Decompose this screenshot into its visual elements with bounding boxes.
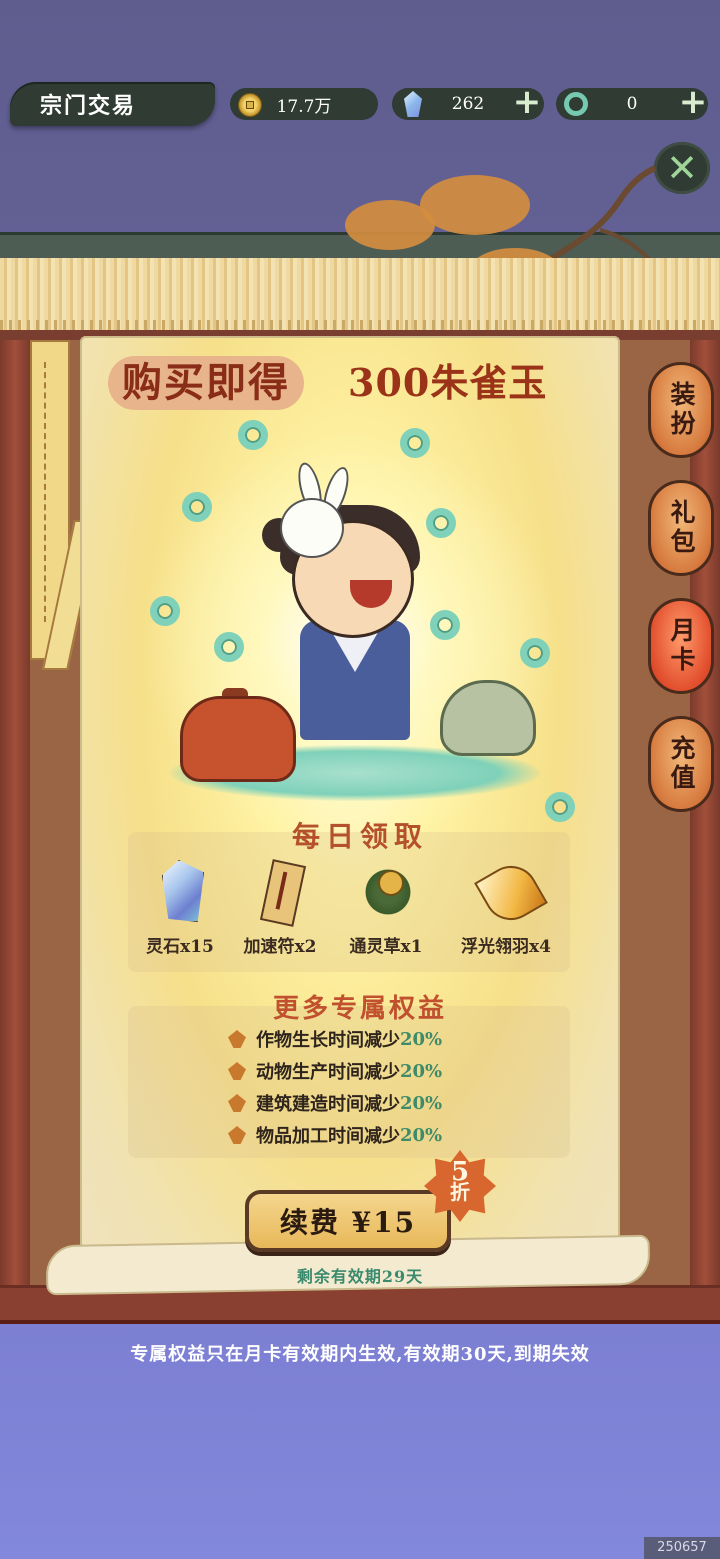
- tab-monthly-card[interactable]: 月卡: [648, 598, 714, 694]
- benefit-percent: 20%: [400, 1060, 443, 1082]
- page-title: 宗门交易: [10, 82, 215, 126]
- benefit-item: 动物生产时间减少 20%: [228, 1056, 442, 1086]
- close-button[interactable]: ✕: [654, 142, 710, 194]
- daily-reward-item[interactable]: 加速符x2: [230, 859, 330, 970]
- benefit-percent: 20%: [400, 1092, 443, 1114]
- jade-ring-icon: [214, 632, 244, 662]
- headline-tag: 购买即得: [108, 356, 304, 410]
- crop-icon: [228, 1030, 246, 1048]
- jade-counter: 0 +: [556, 85, 710, 120]
- daily-reward-item[interactable]: 浮光翎羽x4: [456, 856, 556, 970]
- animal-icon: [228, 1062, 246, 1080]
- copper-coin-counter: 17.7万: [230, 88, 378, 120]
- tab-outfit[interactable]: 装扮: [648, 362, 714, 458]
- jade-ring-icon: [430, 610, 460, 640]
- processing-icon: [228, 1126, 246, 1144]
- add-spirit-crystal-button[interactable]: +: [510, 85, 544, 120]
- validity-text: 剩余有效期29天: [296, 1267, 424, 1286]
- benefit-text: 动物生产时间减少: [256, 1062, 400, 1083]
- resource-bar: 宗门交易 17.7万 262 + 0 +: [0, 80, 720, 130]
- headline-reward: 300朱雀玉: [348, 360, 548, 405]
- benefit-percent: 20%: [400, 1124, 443, 1146]
- close-icon: ✕: [666, 146, 698, 190]
- rabbit-mask: [280, 498, 344, 558]
- speed-talisman-icon: [259, 859, 307, 927]
- add-jade-button[interactable]: +: [676, 85, 710, 120]
- tab-recharge[interactable]: 充值: [648, 716, 714, 812]
- daily-rewards-title: 每日领取: [291, 820, 428, 853]
- jade-ring-icon: [182, 492, 212, 522]
- renew-button[interactable]: 续费 ¥15: [245, 1190, 451, 1252]
- pine-leaves: [420, 175, 530, 235]
- frog-character: [440, 680, 536, 756]
- daily-reward-label: 浮光翎羽x4: [461, 937, 551, 957]
- spirit-crystal-counter: 262 +: [392, 85, 544, 120]
- benefits-title: 更多专属权益: [272, 994, 447, 1024]
- benefit-notice: 专属权益只在月卡有效期内生效,有效期30天,到期失效: [130, 1344, 590, 1365]
- jade-ring-icon: [150, 596, 180, 626]
- copper-coin-value: 17.7万: [276, 96, 332, 117]
- benefit-percent: 20%: [400, 1028, 443, 1050]
- daily-reward-label: 通灵草x1: [349, 937, 423, 957]
- jade-ring-icon: [238, 420, 268, 450]
- benefit-item: 建筑建造时间减少 20%: [228, 1088, 442, 1118]
- building-icon: [228, 1094, 246, 1112]
- thatched-roof: [0, 258, 720, 336]
- jade-ring-icon: [520, 638, 550, 668]
- spirit-stone-icon: [162, 860, 204, 922]
- floating-feather-icon: [474, 856, 548, 930]
- benefit-item: 作物生长时间减少 20%: [228, 1024, 442, 1054]
- benefit-text: 建筑建造时间减少: [256, 1094, 400, 1115]
- benefit-item: 物品加工时间减少 20%: [228, 1120, 442, 1150]
- watermark: 250657: [644, 1537, 720, 1559]
- tab-gift-pack[interactable]: 礼包: [648, 480, 714, 576]
- jade-ring-icon: [400, 428, 430, 458]
- benefit-text: 物品加工时间减少: [256, 1126, 400, 1147]
- treasure-bag: [180, 696, 296, 782]
- headline: 购买即得 300朱雀玉: [108, 350, 588, 420]
- spirit-herb-icon: [362, 866, 414, 918]
- daily-reward-item[interactable]: 通灵草x1: [336, 860, 436, 970]
- jade-ring-icon: [426, 508, 456, 538]
- benefit-text: 作物生长时间减少: [256, 1030, 400, 1051]
